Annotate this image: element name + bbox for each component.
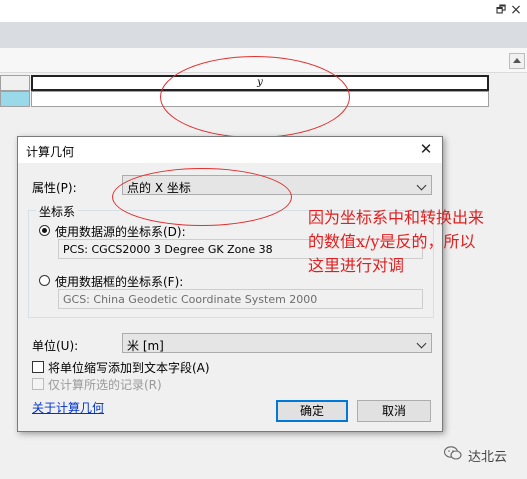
chevron-up-icon (513, 58, 521, 63)
top-bar (0, 0, 527, 23)
chevron-down-icon (416, 338, 427, 349)
dialog-title: 计算几何 (26, 145, 75, 159)
row-selector[interactable] (0, 91, 30, 107)
restore-window-icon[interactable]: 🗗 (495, 4, 507, 16)
column-header-y[interactable]: y (31, 75, 489, 91)
frame-crs-value: GCS: China Geodetic Coordinate System 20… (63, 293, 318, 306)
wechat-icon (444, 446, 462, 460)
dialog-titlebar: 计算几何 ✕ (18, 137, 442, 163)
frame-crs-field: GCS: China Geodetic Coordinate System 20… (58, 289, 423, 309)
add-unit-abbrev-label[interactable]: 将单位缩写添加到文本字段(A) (48, 359, 210, 376)
property-value: 点的 X 坐标 (127, 181, 191, 195)
about-link[interactable]: 关于计算几何 (32, 399, 104, 416)
radio-source-crs-label[interactable]: 使用数据源的坐标系(D): (55, 223, 186, 240)
radio-dot (42, 228, 47, 233)
watermark-text: 达北云 (468, 450, 508, 465)
radio-frame-crs-label[interactable]: 使用数据框的坐标系(F): (55, 273, 183, 290)
unit-label: 单位(U): (32, 339, 79, 353)
annotation-line: 这里进行对调 (308, 256, 405, 275)
scroll-up-button[interactable] (509, 53, 525, 69)
chevron-down-icon (416, 180, 427, 191)
source-crs-value: PCS: CGCS2000 3 Degree GK Zone 38 (63, 243, 273, 256)
selected-only-label: 仅计算所选的记录(R) (48, 378, 162, 392)
property-select[interactable]: 点的 X 坐标 (122, 175, 432, 195)
header-band (0, 22, 527, 48)
selected-only-checkbox (32, 378, 44, 390)
annotation-line: 因为坐标系中和转换出来 (308, 208, 485, 227)
cancel-button[interactable]: 取消 (357, 400, 431, 422)
unit-value: 米 [m] (127, 339, 164, 353)
close-icon[interactable]: ✕ (418, 141, 434, 157)
annotation-line: 的数值x/y是反的，所以 (308, 232, 476, 251)
radio-frame-crs[interactable] (39, 275, 50, 286)
unit-select[interactable]: 米 [m] (122, 333, 432, 353)
table-cell[interactable] (31, 91, 489, 107)
add-unit-abbrev-checkbox[interactable] (32, 361, 44, 373)
radio-source-crs[interactable] (39, 225, 50, 236)
crs-group-title: 坐标系 (36, 203, 79, 220)
calculate-geometry-dialog: 计算几何 ✕ 属性(P): 点的 X 坐标 坐标系 使用数据源的坐标系(D): … (17, 136, 443, 432)
annotation-note: 因为坐标系中和转换出来 的数值x/y是反的，所以 这里进行对调 (308, 206, 520, 278)
ok-button[interactable]: 确定 (276, 400, 348, 422)
table-toolbar (0, 48, 527, 73)
close-window-icon[interactable]: × (509, 3, 523, 17)
row-header-corner[interactable] (0, 75, 30, 91)
property-label: 属性(P): (32, 181, 77, 195)
